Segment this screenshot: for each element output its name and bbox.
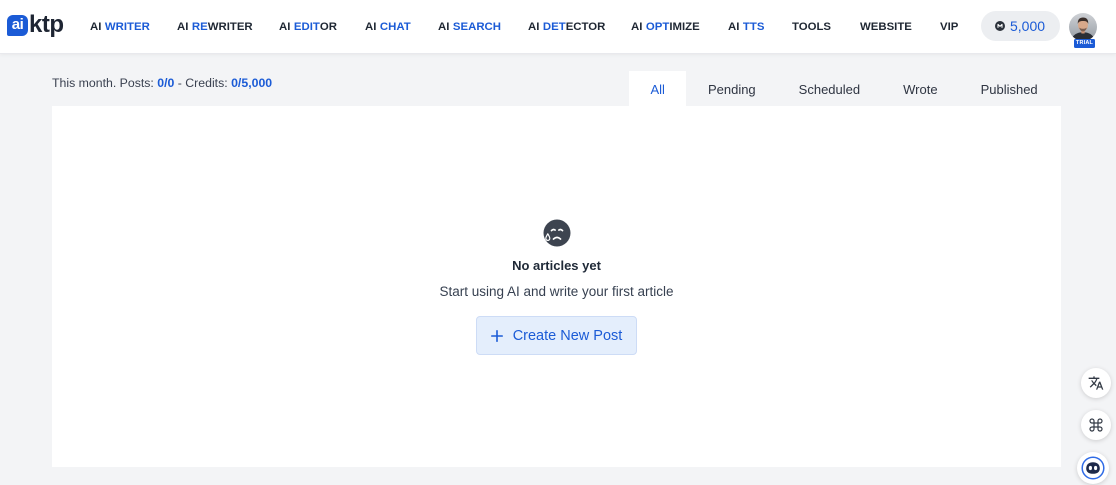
monthly-usage-summary: This month. Posts: 0/0 - Credits: 0/5,00… xyxy=(52,76,272,90)
credits-usage: 0/5,000 xyxy=(231,76,273,90)
nav-item-accent: OPT xyxy=(645,20,670,33)
nav-item-accent: SEARCH xyxy=(452,20,502,33)
credits-label: - Credits: xyxy=(177,76,228,90)
posts-count: 0/0 xyxy=(157,76,175,90)
nav-item-accent: CHAT xyxy=(379,20,411,33)
nav-ai-search[interactable]: AI SEARCH xyxy=(438,0,501,53)
nav-ai-editor[interactable]: AI EDIT OR xyxy=(279,0,337,53)
create-new-post-label: Create New Post xyxy=(512,327,623,344)
chatbot-icon xyxy=(1081,456,1105,480)
tab-wrote[interactable]: Wrote xyxy=(882,71,959,106)
nav-item-prefix: AI xyxy=(528,20,540,33)
credits-balance-button[interactable]: 5,000 xyxy=(981,11,1060,41)
translate-button[interactable] xyxy=(1081,368,1111,398)
nav-ai-optimize[interactable]: AI OPT IMIZE xyxy=(631,0,700,53)
nav-item-accent: TTS xyxy=(742,20,765,33)
posts-label: This month. Posts: xyxy=(52,76,154,90)
nav-website[interactable]: WEBSITE xyxy=(860,0,912,53)
user-avatar[interactable] xyxy=(1069,13,1097,41)
nav-item-prefix: AI xyxy=(728,20,740,33)
nav-ai-chat[interactable]: AI CHAT xyxy=(365,0,411,53)
nav-tools[interactable]: TOOLS xyxy=(792,0,831,53)
plus-icon xyxy=(490,329,503,342)
tab-all[interactable]: All xyxy=(629,71,687,106)
nav-item-accent: RE xyxy=(191,20,208,33)
logo[interactable]: ai ktp xyxy=(7,13,67,41)
empty-state-subtitle: Start using AI and write your first arti… xyxy=(439,284,674,299)
article-status-tabs: All Pending Scheduled Wrote Published xyxy=(629,71,1059,106)
tab-scheduled[interactable]: Scheduled xyxy=(777,71,881,106)
nav-ai-tts[interactable]: AI TTS xyxy=(728,0,764,53)
nav-item-prefix: AI xyxy=(438,20,450,33)
nav-ai-writer[interactable]: AI WRITER xyxy=(90,0,150,53)
nav-ai-detector[interactable]: AI DET ECTOR xyxy=(528,0,605,53)
nav-ai-rewriter[interactable]: AI RE WRITER xyxy=(177,0,253,53)
nav-item-accent: DET xyxy=(542,20,566,33)
nav-item-prefix: AI xyxy=(279,20,291,33)
create-new-post-button[interactable]: Create New Post xyxy=(476,316,637,355)
nav-item-prefix: AI xyxy=(631,20,643,33)
nav-vip[interactable]: VIP xyxy=(940,0,958,53)
nav-item-accent: EDIT xyxy=(293,20,320,33)
nav-item-prefix: AI xyxy=(365,20,377,33)
nav-item-label: WEBSITE xyxy=(860,20,912,33)
shortcuts-button[interactable] xyxy=(1081,410,1111,440)
nav-item-label: TOOLS xyxy=(792,20,832,33)
coin-icon xyxy=(995,21,1005,31)
nav-item-rest: WRITER xyxy=(207,20,253,33)
nav-item-accent: WRITER xyxy=(104,20,150,33)
logo-mark: ai xyxy=(7,15,28,36)
empty-state-title: No articles yet xyxy=(512,258,601,273)
sad-face-icon xyxy=(542,219,571,248)
credits-balance-value: 5,000 xyxy=(1010,18,1046,34)
command-icon xyxy=(1088,417,1104,433)
tab-pending[interactable]: Pending xyxy=(686,71,777,106)
nav-item-rest: OR xyxy=(319,20,337,33)
trial-badge: TRIAL xyxy=(1074,39,1095,48)
nav-item-prefix: AI xyxy=(90,20,102,33)
articles-panel: No articles yet Start using AI and write… xyxy=(52,106,1061,467)
top-navigation-bar: ai ktp AI WRITER AI RE WRITER AI EDIT OR AI CH… xyxy=(0,0,1116,54)
nav-item-rest: ECTOR xyxy=(565,20,606,33)
chatbot-button[interactable] xyxy=(1077,452,1109,484)
tab-published[interactable]: Published xyxy=(959,71,1059,106)
nav-item-label: VIP xyxy=(940,20,959,33)
nav-item-rest: IMIZE xyxy=(669,20,700,33)
nav-item-prefix: AI xyxy=(177,20,189,33)
translate-icon xyxy=(1088,375,1104,391)
logo-wordmark: ktp xyxy=(29,11,64,38)
